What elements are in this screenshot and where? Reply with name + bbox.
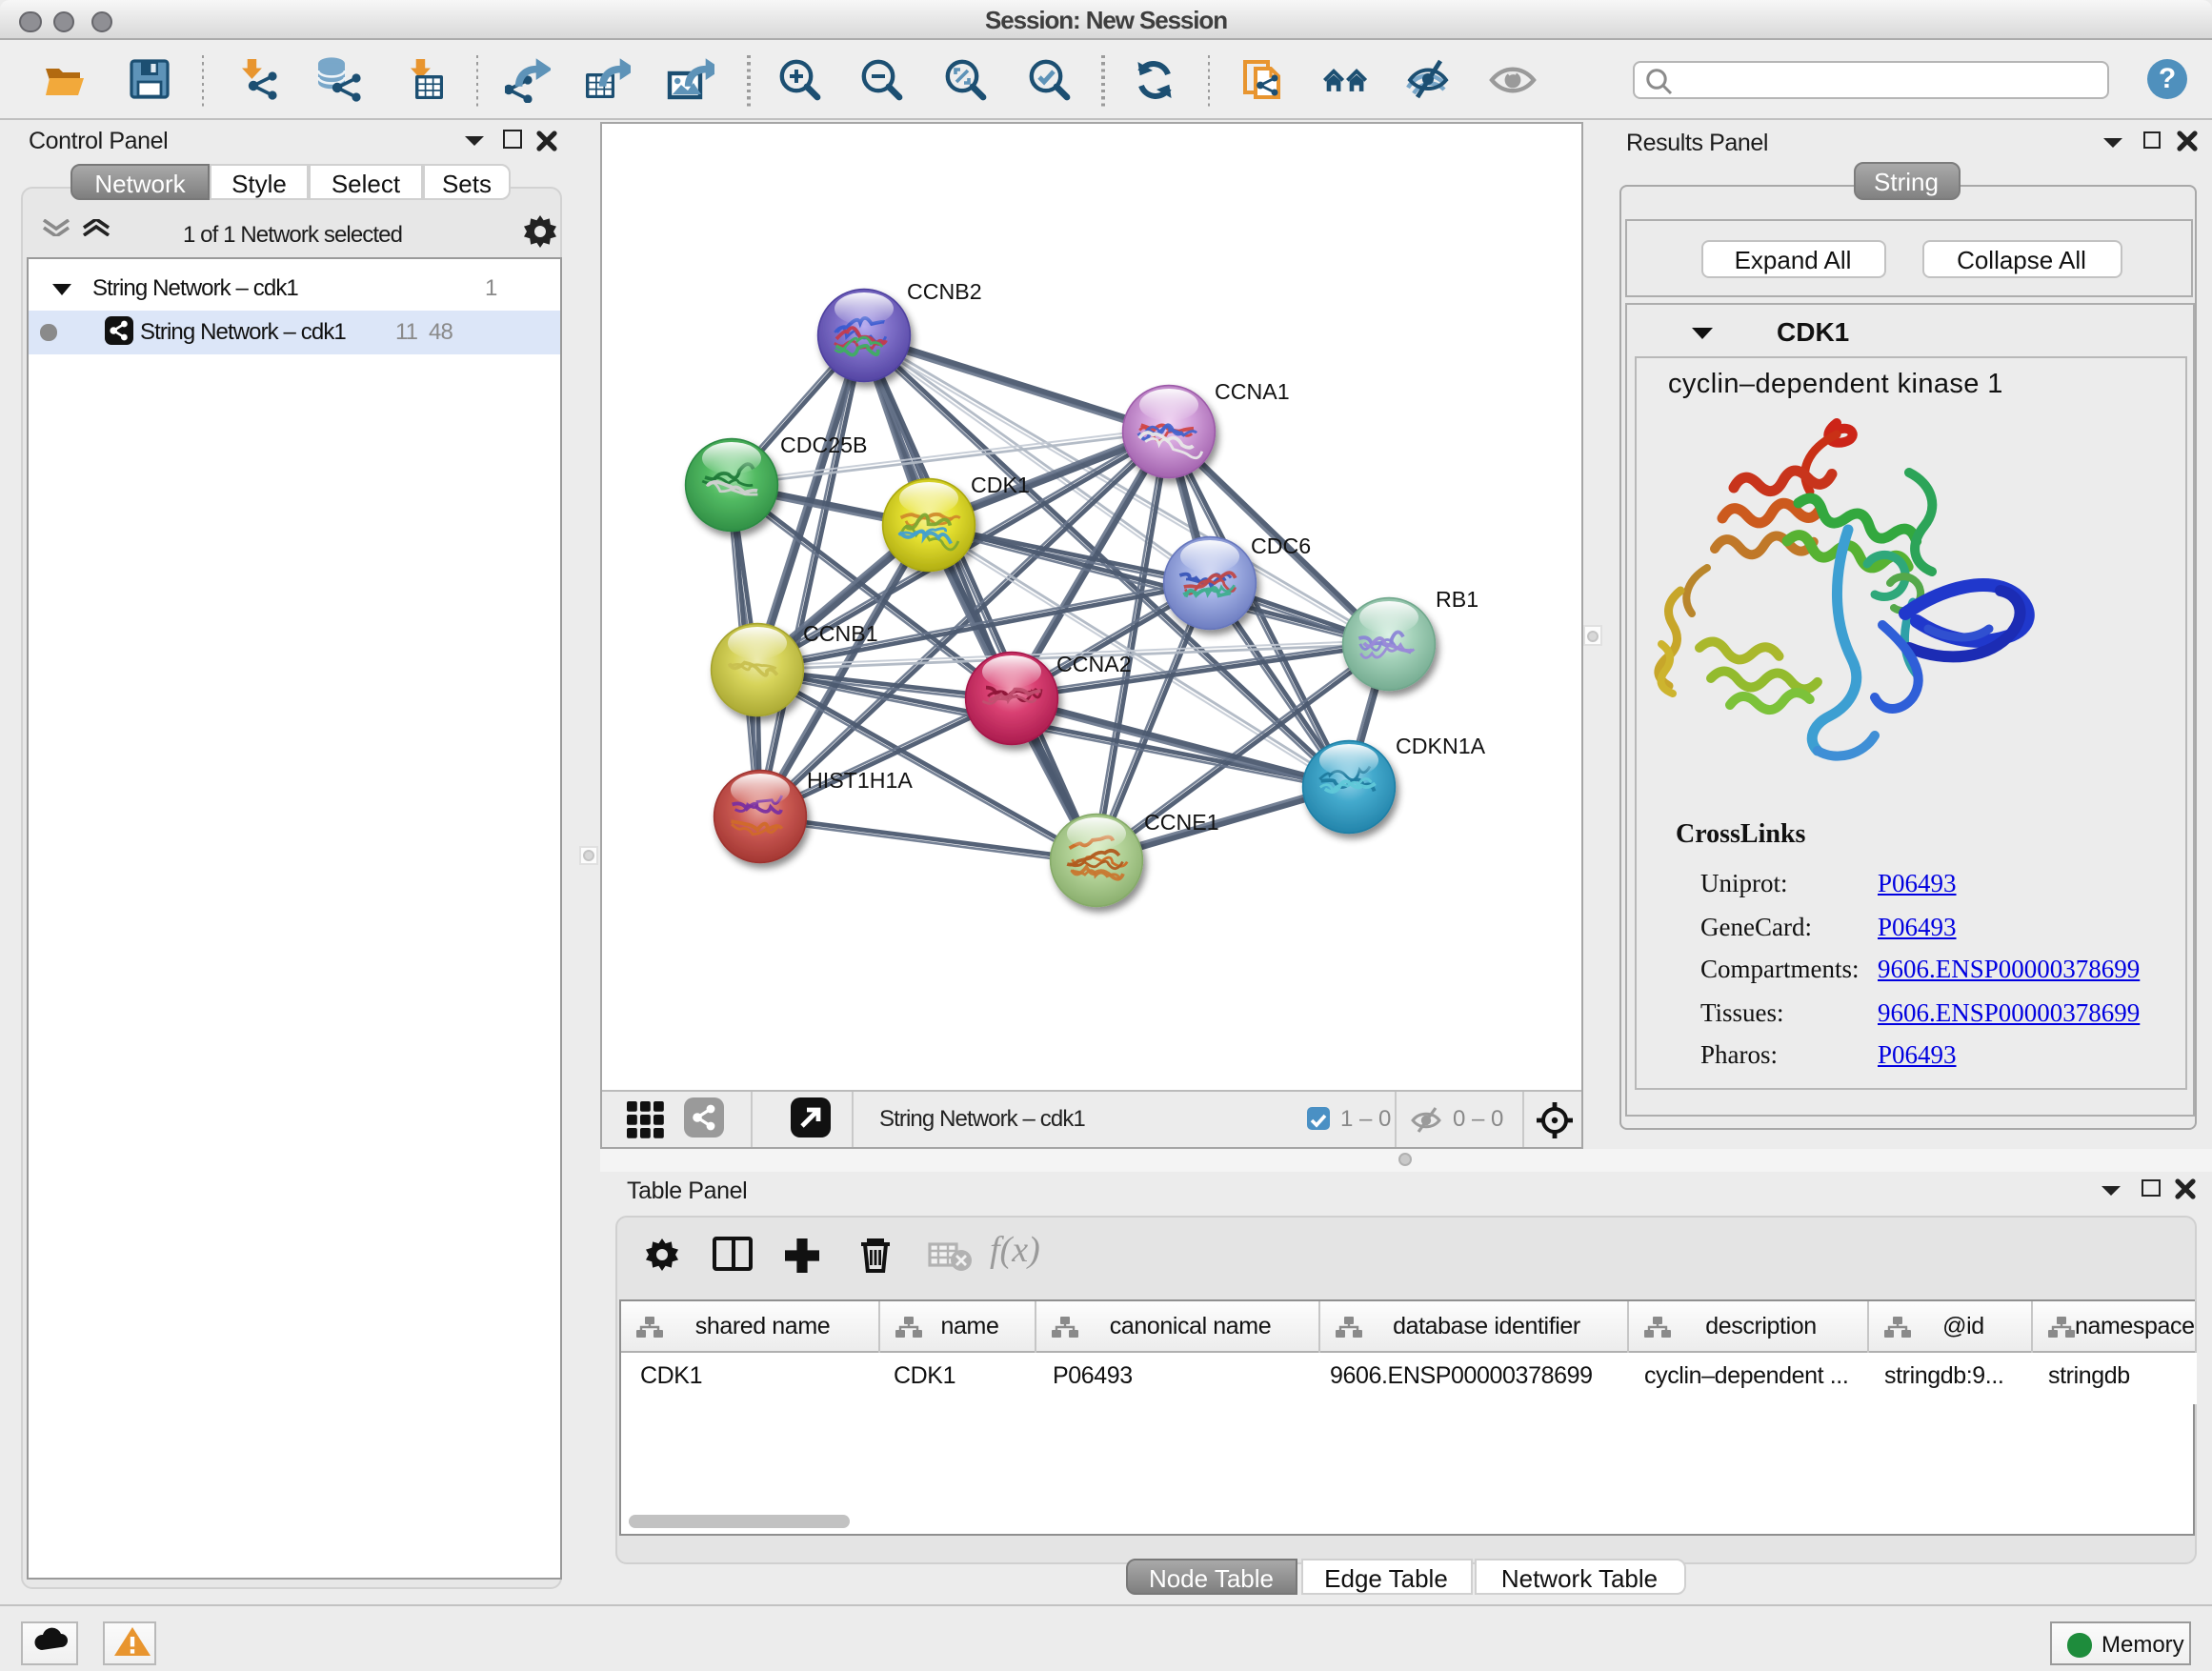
svg-text:CDC6: CDC6 bbox=[1250, 533, 1310, 557]
svg-text:CCNE1: CCNE1 bbox=[1143, 809, 1218, 834]
svg-text:CCNA1: CCNA1 bbox=[1214, 378, 1289, 403]
svg-text:CDKN1A: CDKN1A bbox=[1395, 733, 1485, 757]
svg-text:CCNB1: CCNB1 bbox=[802, 620, 877, 645]
svg-text:CCNA2: CCNA2 bbox=[1056, 651, 1131, 675]
svg-text:CDK1: CDK1 bbox=[970, 472, 1029, 496]
svg-text:CCNB2: CCNB2 bbox=[906, 278, 981, 303]
svg-text:CDC25B: CDC25B bbox=[779, 432, 867, 456]
svg-text:HIST1H1A: HIST1H1A bbox=[806, 767, 912, 792]
svg-text:RB1: RB1 bbox=[1435, 586, 1478, 611]
